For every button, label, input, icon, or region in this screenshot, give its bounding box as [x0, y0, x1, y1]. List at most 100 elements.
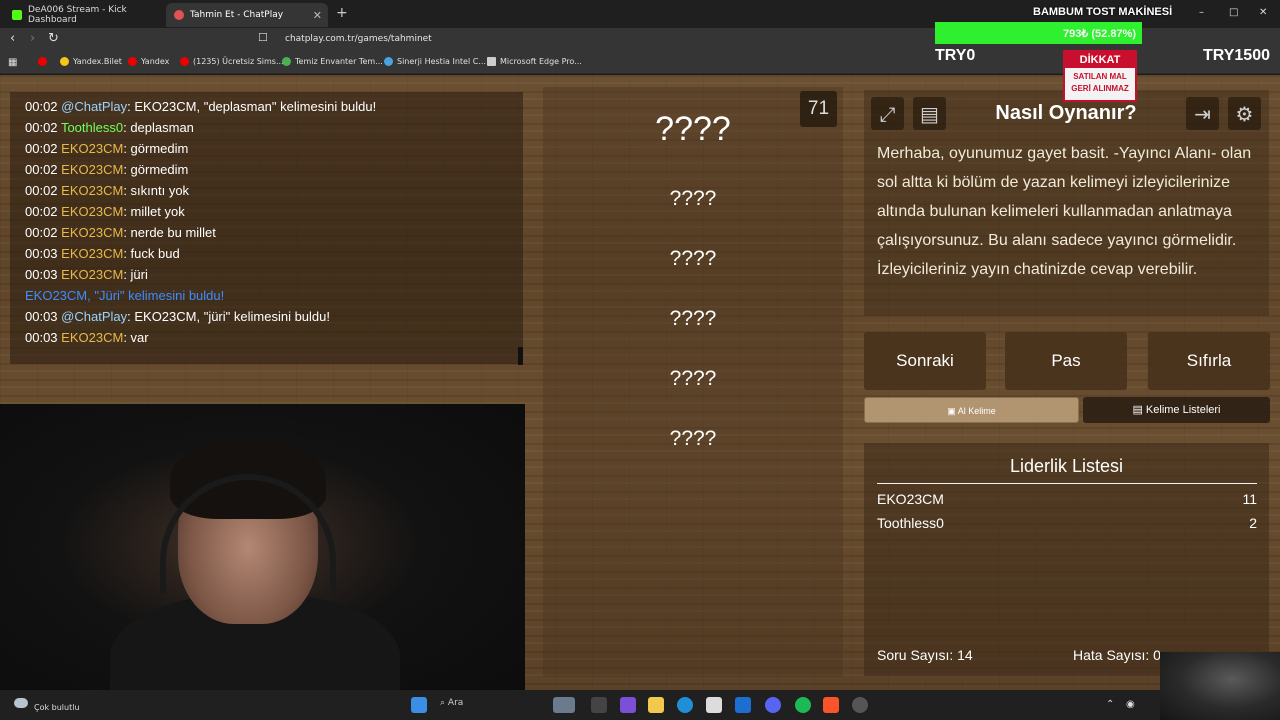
chat-text: : millet yok	[123, 204, 185, 219]
chat-username[interactable]: @ChatPlay	[61, 309, 127, 324]
goal-title: BAMBUM TOST MAKİNESİ	[1033, 6, 1173, 18]
cloud-icon	[14, 698, 28, 708]
chat-panel: 00:02 @ChatPlay: EKO23CM, "deplasman" ke…	[10, 92, 523, 365]
chat-text: : sıkıntı yok	[123, 183, 190, 198]
obs-icon[interactable]	[852, 697, 868, 713]
chat-message: 00:02 EKO23CM: millet yok	[25, 201, 508, 222]
chat-text: : fuck bud	[123, 246, 180, 261]
chat-username[interactable]: EKO23CM	[61, 162, 123, 177]
sign-line: SATILAN MAL	[1073, 72, 1127, 81]
bookmark-yandex-bilet[interactable]: Yandex.Bilet	[60, 57, 122, 66]
youtube-bookmark-icon[interactable]	[38, 57, 47, 66]
pass-button[interactable]: Pas	[1005, 332, 1127, 390]
chat-timestamp: 00:03	[25, 309, 58, 324]
forward-icon[interactable]: ›	[30, 31, 35, 46]
chat-username[interactable]: @ChatPlay	[61, 99, 127, 114]
gear-icon[interactable]: ⚙	[1228, 97, 1261, 130]
diamond-icon	[384, 57, 393, 66]
chat-timestamp: 00:02	[25, 183, 58, 198]
sign-header: DİKKAT	[1065, 52, 1135, 68]
mail-icon[interactable]	[735, 697, 751, 713]
chat-timestamp: 00:02	[25, 99, 58, 114]
bookmark-temiz-envanter[interactable]: Temiz Envanter Tem...	[282, 57, 383, 66]
chat-username[interactable]: EKO23CM	[61, 330, 123, 345]
tab-kick-dashboard[interactable]: DeA006 Stream - Kick Dashboard	[4, 3, 164, 27]
goal-progress-text: 793₺ (52.87%)	[1062, 28, 1136, 40]
minimize-icon[interactable]: –	[1199, 7, 1204, 18]
chat-text: : EKO23CM, "jüri" kelimesini buldu!	[127, 309, 330, 324]
reset-button[interactable]: Sıfırla	[1148, 332, 1270, 390]
tab-chatplay[interactable]: Tahmin Et - ChatPlay ✕	[166, 3, 328, 27]
leaderboard-title: Liderlik Listesi	[1009, 456, 1124, 476]
bookmark-sinerji[interactable]: Sinerji Hestia Intel C...	[384, 57, 486, 66]
chat-message: 00:02 EKO23CM: görmedim	[25, 159, 508, 180]
tab-word-lists[interactable]: ▤ Kelime Listeleri	[1083, 397, 1270, 423]
error-count: Hata Sayısı: 0	[1073, 647, 1161, 663]
maximize-icon[interactable]: □	[1229, 7, 1238, 18]
chat-message: 00:03 EKO23CM: jüri	[25, 264, 508, 285]
puzzle-icon	[282, 57, 291, 66]
fullscreen-icon[interactable]: ⤢	[871, 97, 904, 130]
tray-app-icon[interactable]: ◉	[1126, 699, 1135, 710]
weather-label[interactable]: Çok bulutlu	[34, 703, 80, 712]
warning-sign: DİKKAT SATILAN MAL GERİ ALINMAZ	[1063, 50, 1137, 102]
bookmark-yandex[interactable]: Yandex	[128, 57, 169, 66]
chat-system-message: EKO23CM, "Jüri" kelimesini buldu!	[25, 288, 225, 303]
tab-get-word[interactable]: ▣ Al Kelime	[864, 397, 1079, 423]
discord-icon[interactable]	[765, 697, 781, 713]
next-button[interactable]: Sonraki	[864, 332, 986, 390]
chat-username[interactable]: EKO23CM	[61, 246, 123, 261]
taskbar-search[interactable]: ⌕ Ara	[440, 698, 463, 708]
reload-icon[interactable]: ↻	[48, 31, 59, 46]
goal-min-label: TRY0	[935, 47, 976, 64]
file-explorer-icon[interactable]	[648, 697, 664, 713]
chat-message: 00:02 EKO23CM: görmedim	[25, 138, 508, 159]
leaderboard-row: EKO23CM 11	[877, 491, 1257, 507]
spotify-icon[interactable]	[795, 697, 811, 713]
chat-username[interactable]: EKO23CM	[61, 204, 123, 219]
bookmark-icon[interactable]: ☐	[258, 31, 268, 44]
close-window-icon[interactable]: ✕	[1259, 7, 1267, 18]
edge-icon[interactable]	[677, 697, 693, 713]
small-video-overlay	[1160, 652, 1280, 720]
chat-username[interactable]: EKO23CM	[61, 141, 123, 156]
chat-message: 00:03 @ChatPlay: EKO23CM, "jüri" kelimes…	[25, 306, 508, 327]
chat-timestamp: 00:02	[25, 162, 58, 177]
back-icon[interactable]: ‹	[10, 31, 15, 46]
player-name: EKO23CM	[877, 491, 944, 507]
leaderboard-divider	[877, 483, 1257, 484]
bookmark-youtube[interactable]: (1235) Ücretsiz Sims...	[180, 57, 284, 66]
chat-timestamp: 00:03	[25, 330, 58, 345]
chat-username[interactable]: EKO23CM	[61, 267, 123, 282]
url-field[interactable]: chatplay.com.tr/games/tahminet	[285, 34, 432, 44]
chat-text: : görmedim	[123, 162, 189, 177]
question-count: Soru Sayısı: 14	[877, 647, 973, 663]
copilot-icon[interactable]	[620, 697, 636, 713]
forbidden-word: ????	[669, 307, 717, 330]
bookmark-edge-pro[interactable]: Microsoft Edge Pro...	[487, 57, 582, 66]
leaderboard-panel	[864, 443, 1269, 676]
chat-username[interactable]: Toothless0	[61, 120, 123, 135]
close-tab-icon[interactable]: ✕	[313, 9, 322, 22]
windows-start-icon[interactable]	[411, 697, 427, 713]
chat-text: : görmedim	[123, 141, 189, 156]
list-icon: ▤	[1132, 404, 1146, 416]
chat-scrollbar[interactable]	[518, 347, 523, 365]
howto-title: Nasıl Oynanır?	[995, 102, 1137, 124]
chat-username[interactable]: EKO23CM	[61, 183, 123, 198]
tray-chevron-icon[interactable]: ⌃	[1106, 699, 1114, 710]
chat-username[interactable]: EKO23CM	[61, 225, 123, 240]
task-view-icon[interactable]	[591, 697, 607, 713]
webcam-feed	[0, 404, 525, 700]
forbidden-word: ????	[669, 187, 717, 210]
chat-message: 00:02 Toothless0: deplasman	[25, 117, 508, 138]
chat-timestamp: 00:02	[25, 204, 58, 219]
widgets-icon[interactable]	[553, 697, 575, 713]
store-icon[interactable]	[706, 697, 722, 713]
new-tab-icon[interactable]: +	[336, 5, 348, 21]
brave-icon[interactable]	[823, 697, 839, 713]
chat-message: 00:02 @ChatPlay: EKO23CM, "deplasman" ke…	[25, 96, 508, 117]
apps-grid-icon[interactable]: ▦	[8, 57, 17, 68]
chat-timestamp: 00:03	[25, 246, 58, 261]
chat-text: : EKO23CM, "deplasman" kelimesini buldu!	[127, 99, 377, 114]
